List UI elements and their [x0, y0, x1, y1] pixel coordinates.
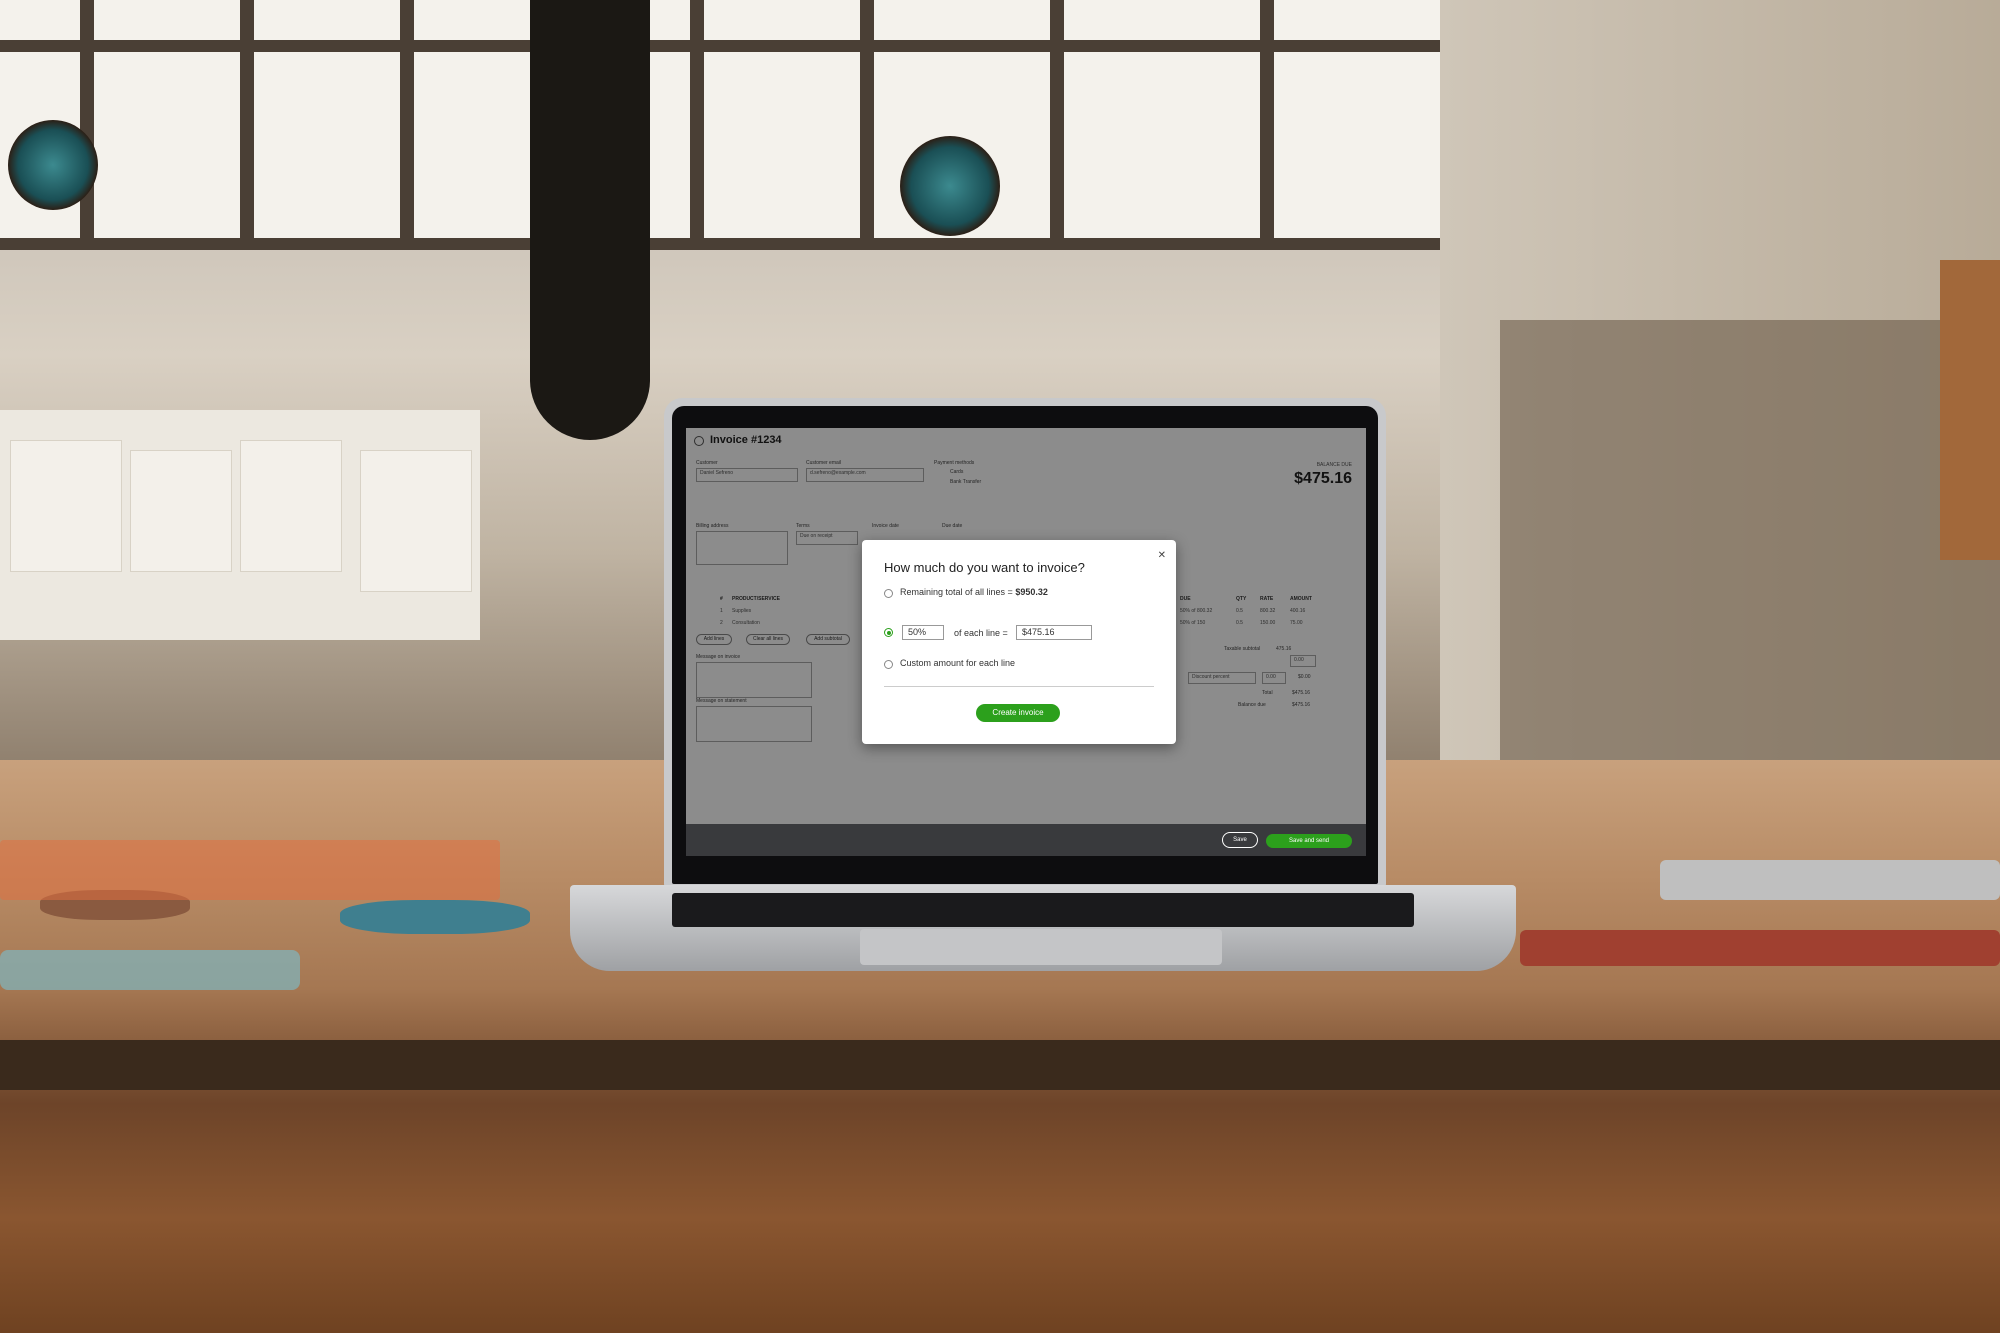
percent-amount-field[interactable]: $475.16	[1016, 625, 1092, 640]
dialog-title: How much do you want to invoice?	[884, 560, 1085, 575]
laptop-screen: Invoice #1234 Customer Daniel Sefreno Cu…	[686, 428, 1366, 856]
tool-pegboard	[1500, 320, 2000, 780]
save-button[interactable]: Save	[1222, 832, 1258, 848]
dialog-divider	[884, 686, 1154, 687]
laptop-keyboard	[672, 893, 1414, 927]
footer-bar: Save Save and send	[686, 824, 1366, 856]
glass-sheet	[0, 840, 500, 900]
option-remaining-amount: $950.32	[1015, 587, 1048, 597]
close-icon[interactable]: ✕	[1158, 550, 1166, 561]
stained-glass-window	[8, 120, 98, 210]
photo-scene: Invoice #1234 Customer Daniel Sefreno Cu…	[0, 0, 2000, 1333]
radio-percent-each-line[interactable]	[884, 628, 893, 637]
option-percent-text: of each line =	[954, 628, 1008, 638]
scraper-tool	[1660, 860, 2000, 900]
create-invoice-button[interactable]: Create invoice	[976, 704, 1060, 722]
workshop-windows	[0, 0, 1480, 250]
option-remaining-total: Remaining total of all lines = $950.32	[900, 587, 1048, 597]
invoice-app: Invoice #1234 Customer Daniel Sefreno Cu…	[686, 428, 1366, 856]
save-and-send-button[interactable]: Save and send	[1266, 834, 1352, 848]
wooden-shelf	[1940, 260, 2000, 560]
workbench-edge	[0, 1040, 2000, 1090]
hanging-hose	[530, 0, 650, 440]
chisel-tool	[1520, 930, 2000, 966]
laptop-trackpad	[860, 929, 1222, 965]
glass-piece	[340, 900, 530, 934]
percent-input[interactable]: 50%	[902, 625, 944, 640]
option-custom-amount: Custom amount for each line	[900, 658, 1016, 668]
corkboard	[0, 410, 480, 640]
glass-piece	[0, 950, 300, 990]
option-remaining-text: Remaining total of all lines =	[900, 587, 1016, 597]
radio-custom-amount[interactable]	[884, 660, 893, 669]
radio-remaining-total[interactable]	[884, 589, 893, 598]
stained-glass-window	[900, 136, 1000, 236]
invoice-amount-dialog: ✕ How much do you want to invoice? Remai…	[862, 540, 1176, 744]
